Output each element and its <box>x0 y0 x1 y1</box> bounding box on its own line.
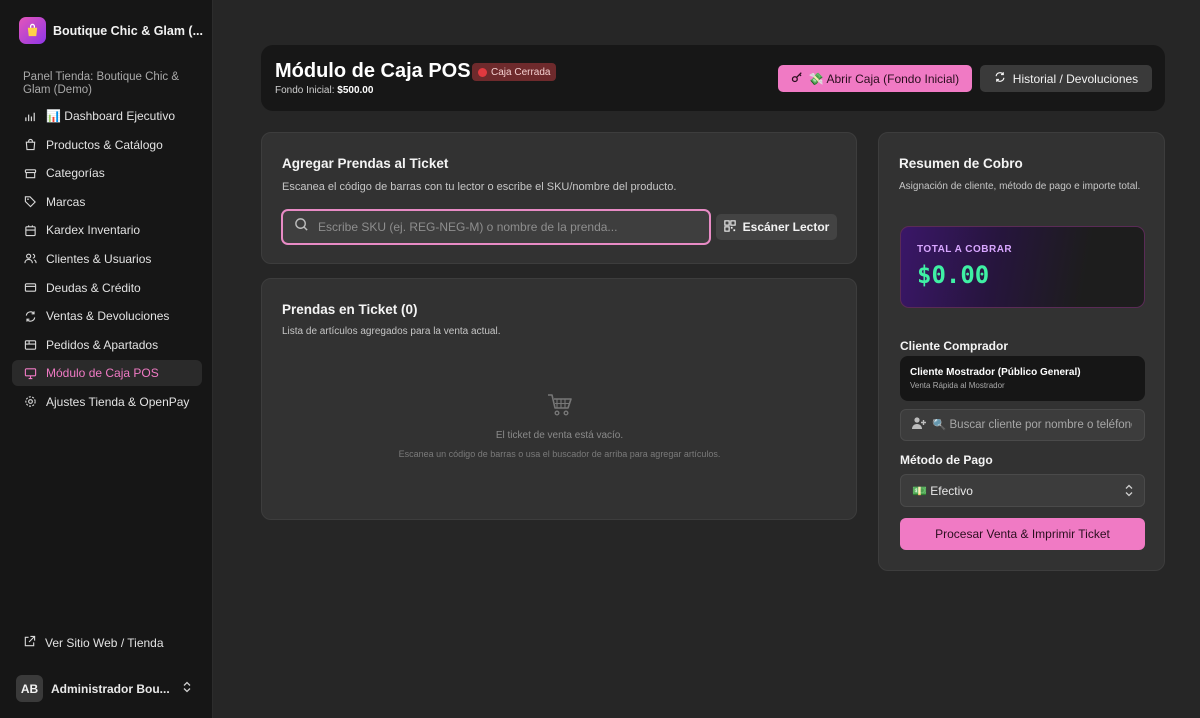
key-icon <box>791 71 803 86</box>
client-search[interactable] <box>900 409 1145 441</box>
add-items-subtitle: Escanea el código de barras con tu lecto… <box>282 181 677 193</box>
sidebar-item-debts[interactable]: Deudas & Crédito <box>12 275 202 301</box>
selected-client[interactable]: Cliente Mostrador (Público General) Vent… <box>900 356 1145 401</box>
brand[interactable]: Boutique Chic & Glam (... <box>19 17 203 44</box>
initial-fund: Fondo Inicial: $500.00 <box>275 85 373 96</box>
sidebar-item-label: Marcas <box>46 194 86 209</box>
monitor-icon <box>23 366 37 380</box>
sidebar-item-categories[interactable]: Categorías <box>12 160 202 186</box>
credit-card-icon <box>23 281 37 295</box>
add-items-card: Agregar Prendas al Ticket Escanea el cód… <box>261 132 857 264</box>
view-website-label: Ver Sitio Web / Tienda <box>45 636 164 650</box>
sidebar-item-label: Módulo de Caja POS <box>46 366 159 381</box>
scanner-label: Escáner Lector <box>742 220 830 234</box>
archive-icon <box>23 166 37 180</box>
sidebar-item-kardex[interactable]: Kardex Inventario <box>12 217 202 243</box>
sidebar-item-label: Ajustes Tienda & OpenPay <box>46 394 190 409</box>
sidebar-item-clients[interactable]: Clientes & Usuarios <box>12 246 202 272</box>
sidebar-item-dashboard[interactable]: 📊 Dashboard Ejecutivo <box>12 103 202 129</box>
page-title: Módulo de Caja POS <box>275 60 471 82</box>
add-user-icon <box>911 416 927 435</box>
search-icon <box>294 217 309 237</box>
client-search-input[interactable] <box>932 419 1132 431</box>
ticket-items-card: Prendas en Ticket (0) Lista de artículos… <box>261 278 857 520</box>
process-sale-button[interactable]: Procesar Venta & Imprimir Ticket <box>900 518 1145 550</box>
status-badge: Caja Cerrada <box>472 63 557 81</box>
total-value: $0.00 <box>917 261 990 289</box>
sidebar: Boutique Chic & Glam (... Panel Tienda: … <box>0 0 213 718</box>
view-website-link[interactable]: Ver Sitio Web / Tienda <box>23 635 164 651</box>
closed-dot-icon <box>478 67 487 77</box>
initial-fund-value: $500.00 <box>337 85 374 96</box>
avatar: AB <box>16 675 43 702</box>
client-section-label: Cliente Comprador <box>900 339 1009 353</box>
total-label: TOTAL A COBRAR <box>917 244 1013 255</box>
client-name: Cliente Mostrador (Público General) <box>910 367 1081 378</box>
status-badge-label: Caja Cerrada <box>491 66 551 78</box>
empty-ticket-hint: Escanea un código de barras o usa el bus… <box>398 449 721 459</box>
shopping-bag-icon <box>23 138 37 152</box>
payment-method-select[interactable]: 💵 Efectivo <box>900 474 1145 507</box>
store-logo-icon <box>19 17 46 44</box>
pos-header: Módulo de Caja POS Caja Cerrada Fondo In… <box>261 45 1165 111</box>
sidebar-item-pos[interactable]: Módulo de Caja POS <box>12 360 202 387</box>
sidebar-item-brands[interactable]: Marcas <box>12 189 202 215</box>
client-subtitle: Venta Rápida al Mostrador <box>910 381 1005 390</box>
open-register-button[interactable]: 💸 Abrir Caja (Fondo Inicial) <box>778 65 972 92</box>
payment-section-label: Método de Pago <box>900 453 993 467</box>
summary-title: Resumen de Cobro <box>899 156 1023 171</box>
add-items-title: Agregar Prendas al Ticket <box>282 156 449 171</box>
sidebar-item-label: Categorías <box>46 166 105 181</box>
sidebar-nav: 📊 Dashboard Ejecutivo Productos & Catálo… <box>12 103 202 418</box>
scanner-button[interactable]: Escáner Lector <box>716 214 837 240</box>
clipboard-icon <box>23 223 37 237</box>
ticket-subtitle: Lista de artículos agregados para la ven… <box>282 326 501 337</box>
user-name: Administrador Bou... <box>51 681 170 696</box>
sidebar-item-label: Deudas & Crédito <box>46 280 141 295</box>
users-icon <box>23 252 37 266</box>
history-returns-label: Historial / Devoluciones <box>1012 71 1139 86</box>
sidebar-item-label: 📊 Dashboard Ejecutivo <box>46 109 176 123</box>
history-returns-button[interactable]: Historial / Devoluciones <box>980 65 1152 92</box>
user-menu[interactable]: AB Administrador Bou... <box>16 675 192 702</box>
external-link-icon <box>23 635 36 651</box>
total-box: TOTAL A COBRAR $0.00 <box>900 226 1145 308</box>
empty-ticket-text: El ticket de venta está vacío. <box>495 430 624 441</box>
product-search-input[interactable] <box>318 220 709 234</box>
summary-card: Resumen de Cobro Asignación de cliente, … <box>878 132 1165 571</box>
sidebar-item-label: Productos & Catálogo <box>46 137 163 152</box>
sidebar-item-label: Ventas & Devoluciones <box>46 309 170 324</box>
refresh-icon <box>994 71 1006 86</box>
sidebar-item-settings[interactable]: Ajustes Tienda & OpenPay <box>12 389 202 415</box>
sidebar-item-label: Kardex Inventario <box>46 223 141 238</box>
gear-icon <box>23 395 37 409</box>
sidebar-item-sales[interactable]: Ventas & Devoluciones <box>12 303 202 329</box>
bar-chart-icon <box>23 109 37 123</box>
qr-code-icon <box>723 219 736 235</box>
tag-icon <box>23 195 37 209</box>
chevron-up-down-icon <box>1124 484 1134 500</box>
payment-method-value: 💵 Efectivo <box>912 483 973 498</box>
package-icon <box>23 338 37 352</box>
ticket-title: Prendas en Ticket (0) <box>282 302 418 317</box>
chevron-up-down-icon <box>182 680 192 698</box>
sidebar-item-label: Pedidos & Apartados <box>46 337 159 352</box>
sidebar-item-products[interactable]: Productos & Catálogo <box>12 132 202 158</box>
shopping-cart-icon <box>262 392 857 423</box>
sidebar-item-label: Clientes & Usuarios <box>46 251 152 266</box>
refresh-icon <box>23 309 37 323</box>
panel-label: Panel Tienda: Boutique Chic & Glam (Demo… <box>23 71 179 96</box>
initial-fund-label: Fondo Inicial: <box>275 85 335 96</box>
product-search[interactable] <box>281 209 711 245</box>
brand-name: Boutique Chic & Glam (... <box>53 23 204 38</box>
summary-subtitle: Asignación de cliente, método de pago e … <box>899 181 1141 192</box>
sidebar-item-orders[interactable]: Pedidos & Apartados <box>12 332 202 358</box>
open-register-label: 💸 Abrir Caja (Fondo Inicial) <box>808 71 960 86</box>
